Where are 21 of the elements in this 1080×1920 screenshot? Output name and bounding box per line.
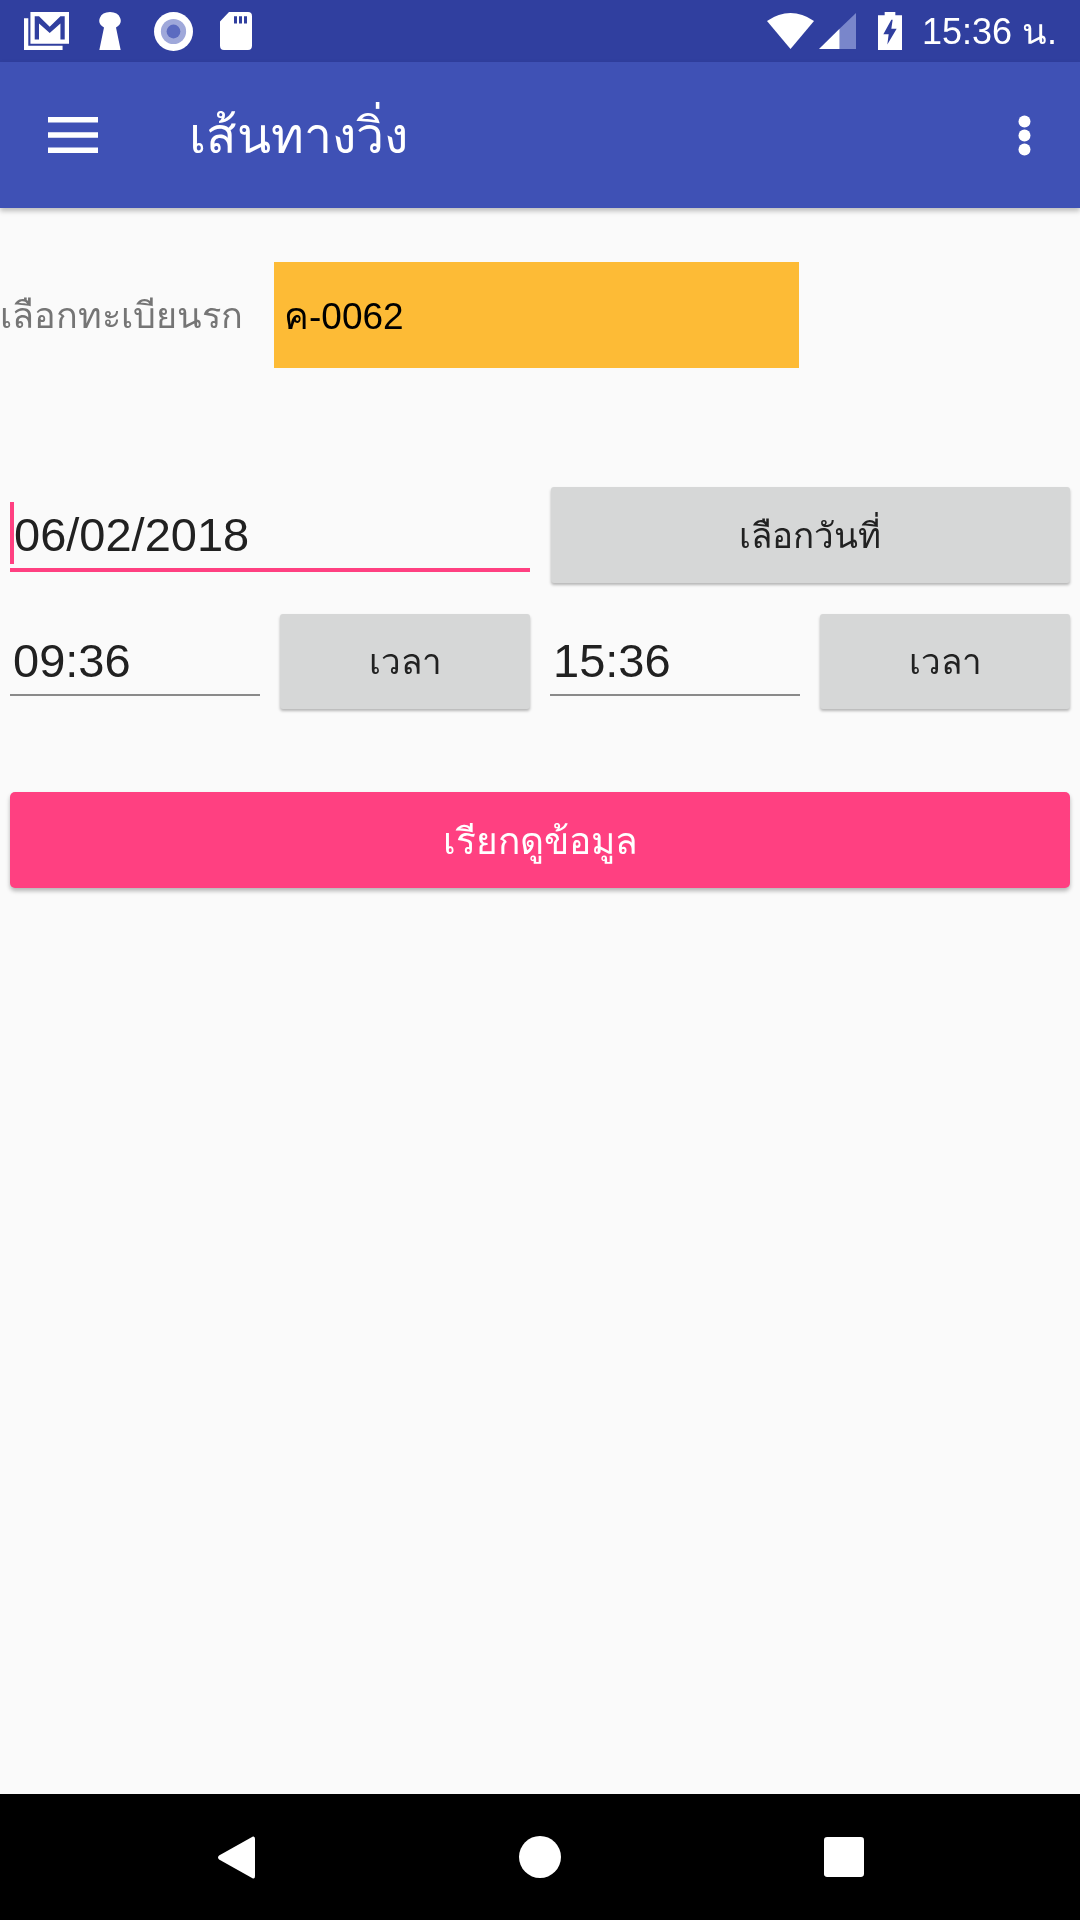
time-button[interactable]: เวลา xyxy=(820,614,1070,709)
sd-card-icon xyxy=(220,12,252,50)
time-button[interactable]: เวลา xyxy=(280,614,530,709)
more-options-icon[interactable] xyxy=(1018,114,1031,156)
mail-icon xyxy=(24,12,69,50)
home-icon[interactable] xyxy=(519,1836,561,1878)
select-date-button[interactable]: เลือกวันที่ xyxy=(550,487,1070,583)
wifi-icon xyxy=(766,13,814,49)
clock-text: 15:36 น. xyxy=(921,9,1057,54)
back-icon[interactable] xyxy=(217,1835,255,1879)
screen-title: เส้นทางวิ่ง xyxy=(189,95,1018,175)
keyhole-icon xyxy=(98,12,122,50)
circle-dot-icon xyxy=(154,11,193,51)
time-field[interactable]: 15:36 xyxy=(550,614,800,696)
date-field[interactable]: 06/02/2018 xyxy=(10,487,530,572)
time-field[interactable]: 09:36 xyxy=(10,614,260,696)
plate-dropdown[interactable]: ค-0062 xyxy=(274,262,799,368)
battery-charging-icon xyxy=(877,12,902,50)
signal-icon xyxy=(818,13,856,49)
field-label: เลือกทะเบียนรก xyxy=(0,293,244,338)
menu-icon[interactable] xyxy=(48,117,98,153)
